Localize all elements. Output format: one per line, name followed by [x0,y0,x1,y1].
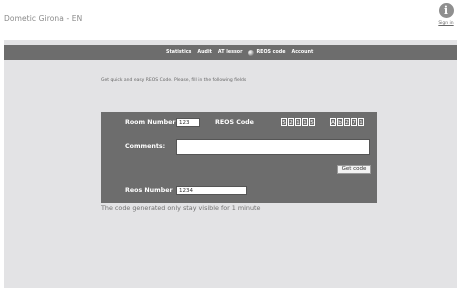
room-number-label: Room Number [125,119,176,126]
code-digit: 2 [344,118,350,126]
reos-code-label: REOS Code [215,119,254,126]
info-icon: i [438,3,454,18]
sign-in-label[interactable]: Sign in [435,21,457,26]
nav-item-reos-code-label: REOS code [256,50,286,55]
header: Dometic Girona - EN i Sign in [0,0,461,40]
code-digit: A [330,118,336,126]
intro-text: Get quick and easy REOS Code. Please, fi… [101,78,247,83]
comments-textarea[interactable] [176,139,370,155]
get-code-button[interactable]: Get code [337,165,371,174]
comments-label: Comments: [125,143,166,150]
nav-item-account[interactable]: Account [291,50,313,55]
globe-icon [248,49,255,56]
content-area: Get quick and easy REOS Code. Please, fi… [4,60,457,288]
nav-item-statistics[interactable]: Statistics [166,50,191,55]
reos-number-label: Reos Number [125,187,173,194]
nav-item-audit[interactable]: Audit [197,50,212,55]
nav-item-at-lessor[interactable]: AT lessor [218,50,243,55]
room-number-input[interactable]: 123 [176,118,200,127]
nav-item-reos-code[interactable]: REOS code [248,49,286,56]
reos-form-panel: Room Number 123 REOS Code 5 2 1 1 5 A b … [101,112,377,203]
reos-code-part-1: 5 2 1 1 5 [281,118,315,126]
sign-in-button[interactable]: i Sign in [435,3,457,26]
code-digit: 5 [309,118,315,126]
nav-bar: Statistics Audit AT lessor REOS code Acc… [4,45,457,60]
code-digit: 1 [295,118,301,126]
code-digit: 7 [351,118,357,126]
code-digit: 1 [358,118,364,126]
code-digit: 1 [302,118,308,126]
code-digit: b [337,118,343,126]
app-title: Dometic Girona - EN [4,14,83,23]
code-digit: 5 [281,118,287,126]
visibility-note: The code generated only stay visible for… [101,204,261,212]
reos-code-part-2: A b 2 7 1 [330,118,364,126]
code-digit: 2 [288,118,294,126]
reos-number-input[interactable]: 1234 [176,186,247,195]
